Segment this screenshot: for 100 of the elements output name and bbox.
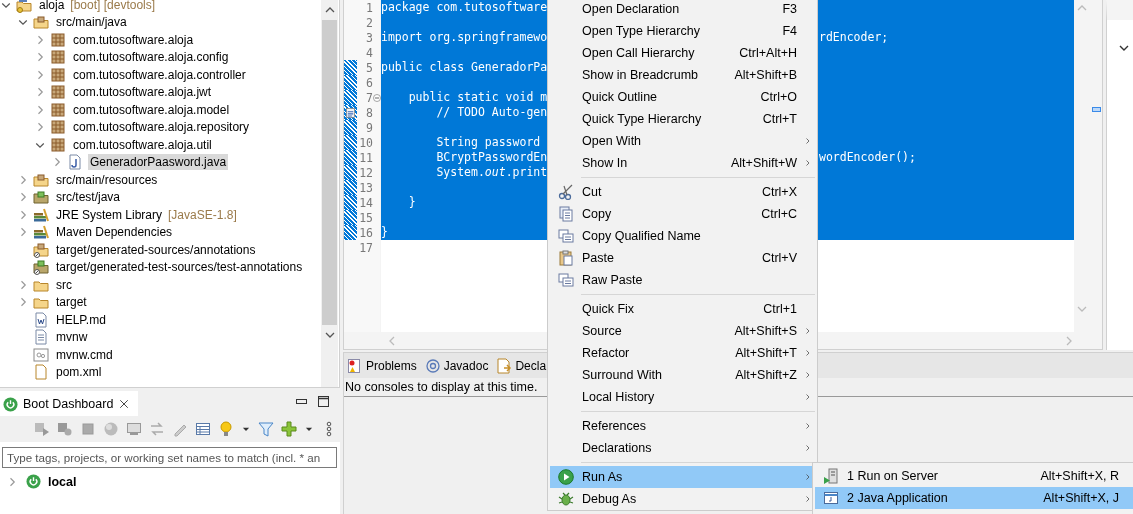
tree-item[interactable]: mvnw [54,329,90,346]
tree-item[interactable]: src/test/java [54,189,123,206]
tree-item[interactable]: com.tutosoftware.aloja [71,31,196,48]
filter-field[interactable]: Type tags, projects, or working set names to match (incl. * an [2,447,337,468]
collapse-icon[interactable] [0,0,12,11]
line-number: 9 [365,120,373,135]
scroll-thumb[interactable] [322,20,337,325]
line-number: 5 [365,60,373,75]
view-tab[interactable]: Javadoc [423,357,490,374]
filter-icon[interactable] [258,421,274,437]
menu-item[interactable]: References [550,415,815,437]
tree-item[interactable]: src/main/resources [54,171,160,188]
generated-folder-icon [33,259,49,276]
view-tab[interactable]: Problems [346,357,418,374]
menu-item[interactable]: Source Alt+Shift+S [550,320,815,342]
tree-item[interactable]: target/generated-sources/annotations [54,241,258,258]
code-line: public static void m [407,90,548,105]
menu-item[interactable]: Show In Alt+Shift+W [550,152,815,174]
menu-item[interactable]: Run As [550,466,815,488]
menu-item[interactable]: Copy Qualified Name [550,225,815,247]
code-line: } [407,195,417,210]
minimize-icon[interactable] [296,399,308,405]
line-number: 11 [358,150,373,165]
menu-item[interactable]: Quick Fix Ctrl+1 [550,298,815,320]
maximize-icon[interactable] [318,396,330,408]
menu-item[interactable]: Refactor Alt+Shift+T [550,342,815,364]
tree-item[interactable]: com.tutosoftware.aloja.controller [71,66,248,83]
menu-item[interactable]: Open Type Hierarchy F4 [550,20,815,42]
menu-item[interactable]: Paste Ctrl+V [550,247,815,269]
line-number: 6 [365,75,373,90]
tree-item[interactable]: target [54,294,89,311]
menu-item[interactable]: Quick Type Hierarchy Ctrl+T [550,108,815,130]
source-folder-icon [33,14,49,31]
scroll-up-icon[interactable] [324,7,335,13]
view-tab[interactable]: Decla [495,357,548,374]
tree-item[interactable]: mvnw.cmd [54,346,115,363]
table-icon[interactable] [195,421,211,437]
declaration-icon [496,357,513,374]
tree-item[interactable]: JRE System Library [54,206,165,223]
line-number: 17 [358,240,373,255]
tree-item[interactable]: HELP.md [54,311,108,328]
menu-item[interactable]: Declarations [550,437,815,459]
tree-item[interactable]: pom.xml [54,364,104,381]
close-icon[interactable] [118,398,131,410]
menu-item[interactable]: Debug As [550,488,815,510]
line-number: 10 [358,135,373,150]
document-icon [33,311,49,328]
code-line: BCryptPasswordEn [435,150,548,165]
view-tab[interactable]: Boot Dashboard [0,391,139,417]
menu-item[interactable]: Quick Outline Ctrl+O [550,86,815,108]
clipboard-icon [558,250,574,266]
tree-item[interactable]: target/generated-test-sources/test-annotations [54,259,305,276]
line-number: 1 [365,0,373,15]
tree-item[interactable]: src/main/java [54,14,129,31]
menu-item[interactable]: 1 Run on Server Alt+Shift+X, R [815,465,1133,487]
menu-item[interactable]: Cut Ctrl+X [550,181,815,203]
code-line: rdEncoder; [819,30,889,45]
source-folder-icon [33,171,49,188]
menu-item[interactable]: Copy Ctrl+C [550,203,815,225]
lightbulb-icon[interactable] [218,421,234,437]
package-icon [50,101,66,118]
menu-item[interactable]: 2 Java Application Alt+Shift+X, J [815,487,1133,509]
plus-icon[interactable] [281,421,297,437]
tree-item[interactable]: com.tutosoftware.aloja.repository [71,119,252,136]
overview-marker[interactable] [1092,107,1101,112]
power-icon [26,474,41,489]
scroll-right-icon[interactable] [1066,335,1072,346]
circle-icon[interactable] [103,421,119,437]
tree-item[interactable]: local [48,474,77,489]
scroll-left-icon[interactable] [389,335,395,346]
package-icon [50,49,66,66]
menu-item[interactable]: Raw Paste [550,269,815,291]
chevron-icon[interactable] [1119,45,1129,51]
menu-item[interactable]: Show in Breadcrumb Alt+Shift+B [550,64,815,86]
monitor-icon[interactable] [126,421,142,437]
code-line: public class GeneradorPa [381,60,548,75]
line-number: 3 [365,30,373,45]
play-icon[interactable] [34,421,50,437]
project-icon [16,0,32,13]
line-number: 4 [365,45,373,60]
tree-item[interactable]: com.tutosoftware.aloja.jwt [71,84,214,101]
tree-item[interactable]: com.tutosoftware.aloja.util [71,136,214,153]
package-icon [50,84,66,101]
scrollbar[interactable] [321,0,338,387]
code-line: String password [435,135,542,150]
package-icon [50,31,66,48]
tree-item[interactable]: Maven Dependencies [54,224,175,241]
tree-item[interactable]: GeneradorPaasword.java [88,154,229,171]
scroll-down-icon[interactable] [324,332,335,338]
text-file-icon [33,329,49,346]
menu-item[interactable]: Open Call Hierarchy Ctrl+Alt+H [550,42,815,64]
tree-item[interactable]: com.tutosoftware.aloja.config [71,49,231,66]
copy-icon [558,272,574,288]
menu-item[interactable]: Open Declaration F3 [550,0,815,20]
stop-icon[interactable] [80,421,96,437]
arrows-icon[interactable] [149,421,165,437]
tree-item[interactable]: com.tutosoftware.aloja.model [71,101,232,118]
menu-item[interactable]: Open With [550,130,815,152]
tree-item[interactable]: aloja [37,0,67,13]
tree-item[interactable]: src [54,276,74,293]
